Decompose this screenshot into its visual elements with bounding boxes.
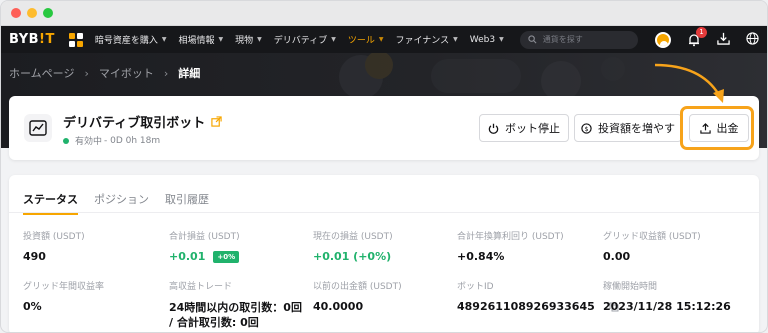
- download-icon[interactable]: [717, 32, 730, 48]
- stat-current-pnl: 現在の損益 (USDT) +0.01 (+0%): [313, 232, 393, 263]
- increase-investment-button[interactable]: $ 投資額を増やす: [574, 114, 682, 142]
- stop-bot-button[interactable]: ボット停止: [479, 114, 569, 142]
- stat-start-time: 稼働開始時間 2023/11/28 15:12:26: [603, 282, 731, 313]
- bot-details-card: ステータス ポジション 取引履歴 投資額 (USDT) 490 合計損益 (US…: [9, 175, 759, 332]
- nav-derivatives[interactable]: デリバティブ ▼: [274, 33, 336, 46]
- breadcrumb-home[interactable]: ホームページ: [9, 65, 74, 81]
- status-text: 有効中: [75, 137, 103, 147]
- notification-bell-icon[interactable]: 1: [687, 26, 707, 47]
- power-icon: [488, 123, 499, 134]
- search-input[interactable]: 通貨を探す: [519, 30, 638, 49]
- chevron-down-icon: ▼: [218, 36, 224, 43]
- stat-grid-profit: グリッド収益額 (USDT) 0.00: [603, 232, 701, 263]
- chevron-down-icon: ▼: [161, 36, 167, 43]
- svg-text:$: $: [584, 124, 588, 132]
- browser-window: BYB!T 暗号資産を購入 ▼ 相場情報 ▼ 現物 ▼ デリバティブ ▼ ツール ▼ ファ…: [0, 0, 768, 333]
- breadcrumb-current: 詳細: [178, 67, 201, 80]
- stat-investment: 投資額 (USDT) 490: [23, 232, 85, 263]
- tab-divider: [9, 212, 759, 213]
- avatar[interactable]: [655, 31, 671, 48]
- apps-grid-icon[interactable]: [68, 32, 83, 47]
- status-dot: [63, 137, 69, 144]
- total-pnl-value: +0.01: [169, 250, 206, 263]
- bot-status: 有効中 - 0D 0h 18m: [63, 134, 160, 147]
- nav-markets[interactable]: 相場情報 ▼: [178, 33, 223, 46]
- annotation-arrow-icon: [654, 63, 724, 103]
- chevron-down-icon: ▼: [378, 36, 384, 43]
- search-icon: [528, 35, 537, 44]
- status-badge: +0%: [213, 250, 240, 263]
- bybit-logo[interactable]: BYB!T: [9, 32, 55, 47]
- nav-web3[interactable]: Web3 ▼: [470, 35, 504, 45]
- notification-badge: 1: [696, 26, 707, 38]
- withdraw-highlight-annotation: [680, 106, 754, 150]
- breadcrumb-mybots[interactable]: マイボット: [99, 65, 154, 81]
- top-navbar: BYB!T 暗号資産を購入 ▼ 相場情報 ▼ 現物 ▼ デリバティブ ▼ ツール ▼ ファ…: [1, 26, 767, 55]
- chevron-down-icon: ▼: [453, 36, 458, 43]
- bot-title: デリバティブ取引ボット: [63, 112, 222, 131]
- runtime-text: - 0D 0h 18m: [104, 135, 161, 146]
- chevron-right-icon: ›: [163, 66, 169, 80]
- bot-id-value: 489261108926933645: [457, 300, 595, 313]
- stat-annualized-yield: 合計年換算利回り (USDT) +0.84%: [457, 232, 564, 263]
- nav-tools[interactable]: ツール ▼: [347, 33, 384, 55]
- chevron-down-icon: ▼: [257, 36, 262, 43]
- external-link-icon[interactable]: [211, 116, 222, 127]
- chevron-down-icon: ▼: [331, 36, 336, 43]
- stat-previous-withdrawal: 以前の出金額 (USDT) 40.0000: [313, 282, 402, 313]
- bot-summary-card: デリバティブ取引ボット 有効中 - 0D 0h 18m ボット停止 $ 投資額を…: [9, 96, 759, 160]
- nav-buy-crypto[interactable]: 暗号資産を購入 ▼: [95, 33, 167, 46]
- breadcrumb: ホームページ › マイボット › 詳細: [9, 65, 200, 81]
- minimize-window-button[interactable]: [27, 8, 37, 18]
- bot-chart-icon: [24, 114, 52, 142]
- stat-total-pnl: 合計損益 (USDT) +0.01 +0%: [169, 232, 240, 263]
- window-titlebar: [1, 1, 767, 26]
- stat-high-profit-trades: 高収益トレード 24時間以内の取引数：0回 / 合計取引数: 0回: [169, 282, 302, 329]
- add-funds-icon: $: [581, 122, 592, 134]
- nav-spot[interactable]: 現物 ▼: [235, 33, 262, 46]
- chevron-right-icon: ›: [84, 66, 89, 80]
- close-window-button[interactable]: [11, 8, 21, 18]
- bot-title-text: デリバティブ取引ボット: [63, 116, 206, 131]
- nav-finance[interactable]: ファイナンス ▼: [395, 33, 457, 46]
- globe-icon[interactable]: [746, 31, 759, 48]
- stat-grid-annual-yield: グリッド年間収益率 0%: [23, 282, 105, 313]
- decorative-banner-art: [339, 53, 625, 97]
- chevron-down-icon: ▼: [499, 36, 504, 43]
- zoom-window-button[interactable]: [43, 8, 53, 18]
- stat-bot-id: ボットID 489261108926933645: [457, 279, 619, 313]
